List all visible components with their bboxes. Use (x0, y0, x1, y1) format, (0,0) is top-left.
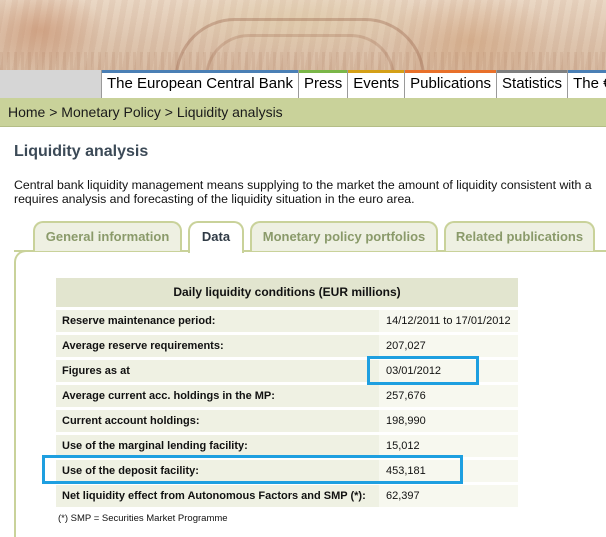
intro-line-1: Central bank liquidity management means … (14, 178, 592, 192)
banner-texture (0, 52, 606, 70)
page-title: Liquidity analysis (14, 143, 149, 160)
table-header-row: Daily liquidity conditions (EUR millions… (56, 278, 518, 310)
table-title: Daily liquidity conditions (EUR millions… (56, 278, 518, 310)
intro-text: Central bank liquidity management means … (14, 178, 606, 206)
table-footnote: (*) SMP = Securities Market Programme (58, 513, 228, 524)
row-label: Current account holdings: (56, 408, 379, 435)
nav-spacer (0, 70, 101, 98)
row-value: 14/12/2011 to 17/01/2012 (379, 308, 518, 335)
tab-general-information[interactable]: General information (33, 221, 182, 251)
row-value: 62,397 (379, 483, 518, 510)
table-row: Average reserve requirements: 207,027 (56, 333, 518, 360)
intro-line-2: requires analysis and forecasting of the… (14, 192, 415, 206)
nav-items: The European Central Bank Press Events P… (101, 70, 606, 98)
table-row: Average current acc. holdings in the MP:… (56, 383, 518, 410)
row-label: Reserve maintenance period: (56, 308, 379, 335)
highlight-figures-date (367, 356, 479, 385)
nav-item-statistics[interactable]: Statistics (496, 70, 568, 98)
top-navigation: The European Central Bank Press Events P… (0, 70, 606, 98)
row-label: Net liquidity effect from Autonomous Fac… (56, 483, 379, 510)
tab-monetary-policy-portfolios[interactable]: Monetary policy portfolios (250, 221, 438, 251)
row-label: Figures as at (56, 358, 379, 385)
table-row: Reserve maintenance period: 14/12/2011 t… (56, 308, 518, 335)
row-value: 257,676 (379, 383, 518, 410)
tab-related-publications[interactable]: Related publications (444, 221, 595, 251)
row-value: 207,027 (379, 333, 518, 360)
highlight-deposit-facility (42, 455, 463, 484)
breadcrumb[interactable]: Home > Monetary Policy > Liquidity analy… (0, 98, 606, 127)
row-label: Average reserve requirements: (56, 333, 379, 360)
row-value: 198,990 (379, 408, 518, 435)
nav-item-events[interactable]: Events (347, 70, 405, 98)
nav-item-ecb[interactable]: The European Central Bank (101, 70, 298, 98)
tab-data[interactable]: Data (188, 221, 244, 253)
nav-item-euro[interactable]: The €u (567, 70, 606, 98)
row-label: Average current acc. holdings in the MP: (56, 383, 379, 410)
header-banner (0, 0, 606, 70)
table-row: Current account holdings: 198,990 (56, 408, 518, 435)
nav-item-publications[interactable]: Publications (404, 70, 497, 98)
nav-item-press[interactable]: Press (297, 70, 348, 98)
table-row: Net liquidity effect from Autonomous Fac… (56, 483, 518, 510)
